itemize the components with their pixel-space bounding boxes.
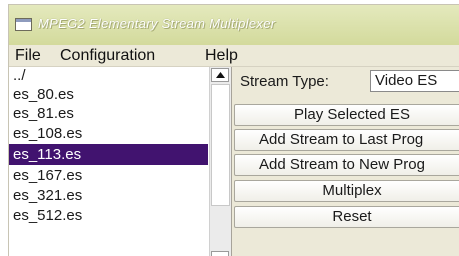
window-icon [15, 18, 32, 31]
app-window: MPEG2 Elementary Stream Multiplexer File… [8, 4, 459, 256]
file-list[interactable]: ../ es_80.es es_81.es es_108.es es_113.e… [9, 67, 232, 256]
title-bar[interactable]: MPEG2 Elementary Stream Multiplexer [9, 5, 459, 45]
list-item[interactable]: es_80.es [9, 84, 208, 105]
stream-type-select[interactable]: Video ES [370, 70, 459, 92]
window-title: MPEG2 Elementary Stream Multiplexer [38, 16, 276, 31]
stream-type-label: Stream Type: [240, 73, 329, 90]
list-scrollbar[interactable] [209, 67, 231, 256]
scroll-thumb[interactable] [211, 84, 230, 206]
list-item[interactable]: es_81.es [9, 103, 208, 124]
reset-button[interactable]: Reset [234, 206, 459, 228]
multiplex-button[interactable]: Multiplex [234, 180, 459, 202]
list-item[interactable]: es_321.es [9, 185, 208, 206]
scroll-down-button[interactable] [211, 251, 229, 256]
controls-panel: Stream Type: Video ES Play Selected ES A… [232, 67, 459, 256]
menu-help[interactable]: Help [205, 47, 238, 65]
add-stream-to-last-prog-button[interactable]: Add Stream to Last Prog [234, 129, 459, 151]
menu-bar: File Configuration Help [9, 46, 459, 67]
scroll-up-button[interactable] [211, 68, 229, 82]
play-selected-es-button[interactable]: Play Selected ES [234, 104, 459, 126]
list-item[interactable]: es_108.es [9, 123, 208, 144]
scroll-up-arrow-icon [216, 72, 225, 78]
list-item[interactable]: es_167.es [9, 165, 208, 186]
list-item[interactable]: es_512.es [9, 205, 208, 226]
list-item-selected[interactable]: es_113.es [9, 144, 208, 165]
menu-file[interactable]: File [15, 47, 41, 65]
menu-configuration[interactable]: Configuration [60, 47, 155, 65]
add-stream-to-new-prog-button[interactable]: Add Stream to New Prog [234, 154, 459, 176]
